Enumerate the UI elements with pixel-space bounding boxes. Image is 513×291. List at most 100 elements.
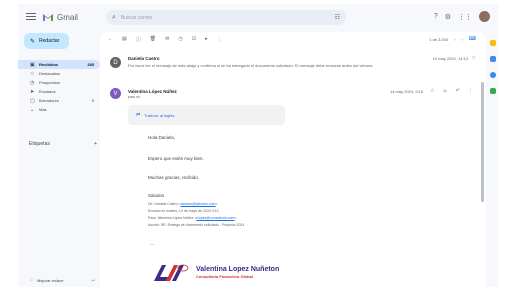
back-icon[interactable]: ← [108,36,113,43]
email-link[interactable]: vlopez@consultoria.com [196,216,234,220]
sidebar-item-label: Recibidos [39,62,59,67]
message-actions: ☆ ☺ ↶ ⋮ [430,88,473,94]
translate-link[interactable]: Traducir al inglés [144,113,174,118]
gmail-m-icon [42,12,54,22]
header-actions: ? ⚙ ⋮⋮ [434,11,490,22]
pencil-icon: ✎ [30,38,36,45]
scrollbar[interactable] [481,82,484,202]
move-to-icon[interactable]: ▸ [205,36,208,43]
show-trimmed-content-button[interactable]: ... [150,241,154,247]
compose-label: Redactar [39,38,60,44]
draft-icon: ▢ [30,97,35,104]
body-line: Espero que estés muy bien. [148,156,204,161]
sidebar-item-label: Pospuestos [39,80,60,85]
quoted-line: Para: Valentina López Núñez <vlopez@cons… [148,216,237,220]
gmail-logo[interactable]: Gmail [42,10,78,24]
arrow-right-icon[interactable]: → [90,277,96,283]
contacts-icon[interactable] [490,88,496,94]
pager: 1 de 3.000 ‹ › ⌨ [429,36,476,42]
translate-icon: ⇄ [136,112,141,118]
next-page-icon[interactable]: › [461,37,462,42]
signature-subtitle: Consultoría Financiera Global [196,273,253,279]
quoted-line: De: Daniela Castro <dcastro@ejemplo.com> [148,202,218,206]
sidebar-item-destacados[interactable]: ☆ Destacados [18,69,100,78]
sidebar-item-label: Enviados [39,89,56,94]
labels-title: Etiquetas [29,141,50,147]
snooze-icon[interactable]: ◷ [178,36,182,43]
sidebar-item-count: 285 [87,62,94,67]
email-link[interactable]: dcastro@ejemplo.com [181,202,216,206]
settings-icon[interactable]: ⚙ [445,13,451,21]
star-icon: ☆ [30,70,35,77]
message-snippet: Por favor lee el mensaje de más abajo y … [128,63,374,68]
archive-icon[interactable]: ▤ [122,36,127,43]
more-options-icon[interactable]: ⋮ [468,88,473,94]
sidebar-item-label: Destacados [39,71,61,76]
add-task-icon[interactable]: ☑ [192,36,196,43]
star-icon[interactable]: ☆ [430,88,434,94]
inbox-icon: ▣ [30,61,35,68]
report-spam-icon[interactable]: ⓘ [136,36,141,43]
lightbulb-icon: ◌ [30,277,33,283]
side-panel [488,28,498,287]
sender-avatar: D [110,57,121,68]
app-name: Gmail [57,12,78,22]
keep-icon[interactable] [490,56,496,62]
mark-unread-icon[interactable]: ✉ [165,36,169,43]
more-options-icon[interactable]: ⋮ [217,36,222,43]
body-line: Saludos [148,193,165,198]
sidebar-item-label: Borradores [39,98,59,103]
body-line: Muchas gracias, recibido. [148,175,200,180]
apps-grid-icon[interactable]: ⋮⋮ [458,13,472,21]
quoted-line: Asunto: RE: Entrega de documento solicit… [148,223,245,227]
sidebar-nav: ▣ Recibidos 285 ☆ Destacados ◷ Pospuestos ➤ Envi… [18,60,100,114]
signature-logo [152,262,190,282]
translate-banner[interactable]: ⇄ Traducir al inglés [128,105,285,125]
sender-avatar: V [110,88,121,99]
keyboard-icon[interactable]: ⌨ [469,36,476,42]
emoji-icon[interactable]: ☺ [442,88,447,94]
recipient-line[interactable]: para mí [128,95,140,99]
message-view: ← ▤ ⓘ 🗑 ✉ ◷ ☑ ▸ ⋮ 1 de 3.000 ‹ › ⌨ D Dan… [100,32,486,287]
sidebar-item-pospuestos[interactable]: ◷ Pospuestos [18,78,100,87]
delete-icon[interactable]: 🗑 [150,36,156,43]
clock-icon: ◷ [30,79,35,86]
sender-name: Daniela Castro [128,56,160,61]
send-icon: ➤ [30,88,35,95]
meet-section[interactable]: ◌ Mejorar enlace → [30,277,96,283]
calendar-icon[interactable] [490,40,496,46]
sender-name: Valentina López Núñez [128,89,177,94]
tasks-icon[interactable] [490,72,496,78]
meet-label: Mejorar enlace [36,277,64,283]
sidebar-item-borradores[interactable]: ▢ Borradores 5 [18,96,100,105]
labels-header: Etiquetas + [29,141,97,147]
sidebar-item-enviados[interactable]: ➤ Enviados [18,87,100,96]
sidebar-item-recibidos[interactable]: ▣ Recibidos 285 [18,60,100,69]
sidebar-item-ms[interactable]: ⌄ Más [18,105,100,114]
message-date: 14 may 2024, 9:15 [390,89,424,94]
help-icon[interactable]: ? [434,13,438,20]
pager-range: 1 de 3.000 [429,36,449,42]
message-toolbar: ← ▤ ⓘ 🗑 ✉ ◷ ☑ ▸ ⋮ [108,36,222,43]
signature-text: Valentina Lopez Nuñeton Consultoría Fina… [196,266,279,279]
sidebar-item-label: Más [39,107,47,112]
reply-icon[interactable]: ↶ [456,88,460,94]
prev-page-icon[interactable]: ‹ [454,37,455,42]
account-avatar[interactable] [479,11,490,22]
quoted-line: Enviado el: martes, 14 de mayo de 2024 9… [148,209,219,213]
search-icon[interactable]: ⌕ [112,14,116,22]
search-input[interactable]: Buscar correo [121,15,335,21]
star-icon[interactable]: ☆ [472,55,476,61]
search-options-icon[interactable]: ☷ [335,14,340,21]
sidebar-item-count: 5 [91,98,94,103]
search-bar[interactable]: ⌕ Buscar correo ☷ [106,10,346,25]
chevron-down-icon: ⌄ [30,106,35,113]
collapsed-message[interactable]: D Daniela Castro Por favor lee el mensaj… [106,53,478,73]
compose-button[interactable]: ✎ Redactar [24,33,69,49]
add-label-icon[interactable]: + [94,141,97,147]
body-line: Hola Daniela, [148,135,176,140]
main-menu-icon[interactable] [26,13,36,21]
signature-name: Valentina Lopez Nuñeton [196,265,280,273]
signature: Valentina Lopez Nuñeton Consultoría Fina… [152,262,279,282]
gmail-window: Gmail ⌕ Buscar correo ☷ ? ⚙ ⋮⋮ ✎ Redacta… [18,4,498,287]
